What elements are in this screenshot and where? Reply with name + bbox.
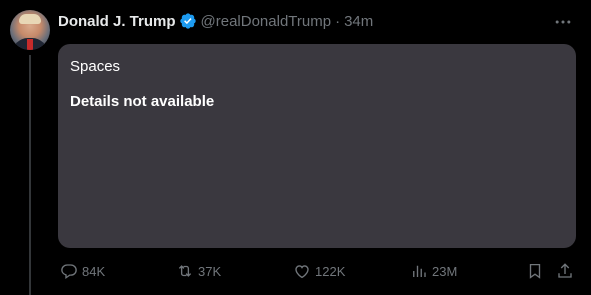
reply-count: 84K bbox=[82, 263, 106, 279]
reply-button[interactable]: 84K bbox=[60, 261, 105, 281]
spaces-card[interactable]: Spaces Details not available bbox=[58, 44, 576, 248]
author-name[interactable]: Donald J. Trump bbox=[58, 13, 176, 30]
verified-badge-icon bbox=[179, 13, 196, 29]
action-bar: 84K 37K 122K 23M bbox=[0, 261, 591, 281]
views-icon bbox=[413, 265, 426, 277]
repost-button[interactable]: 37K bbox=[176, 261, 221, 281]
thread-line bbox=[29, 55, 31, 295]
share-icon[interactable] bbox=[556, 262, 574, 280]
views-count: 23M bbox=[432, 263, 458, 279]
timestamp[interactable]: 34m bbox=[344, 13, 373, 30]
like-count: 122K bbox=[315, 263, 346, 279]
author-handle[interactable]: @realDonaldTrump bbox=[201, 13, 332, 30]
repost-count: 37K bbox=[198, 263, 222, 279]
separator-dot: · bbox=[335, 12, 341, 30]
repost-icon bbox=[178, 265, 192, 277]
reply-icon bbox=[61, 264, 77, 280]
bookmark-icon[interactable] bbox=[526, 262, 544, 280]
card-label: Spaces bbox=[70, 58, 121, 75]
like-icon bbox=[295, 265, 309, 279]
tweet-header: Donald J. Trump @realDonaldTrump · 34m bbox=[58, 11, 373, 31]
card-title: Details not available bbox=[70, 93, 215, 110]
avatar[interactable] bbox=[10, 10, 50, 50]
like-button[interactable]: 122K bbox=[293, 261, 345, 281]
views-button[interactable]: 23M bbox=[410, 261, 457, 281]
more-icon[interactable] bbox=[553, 12, 573, 32]
